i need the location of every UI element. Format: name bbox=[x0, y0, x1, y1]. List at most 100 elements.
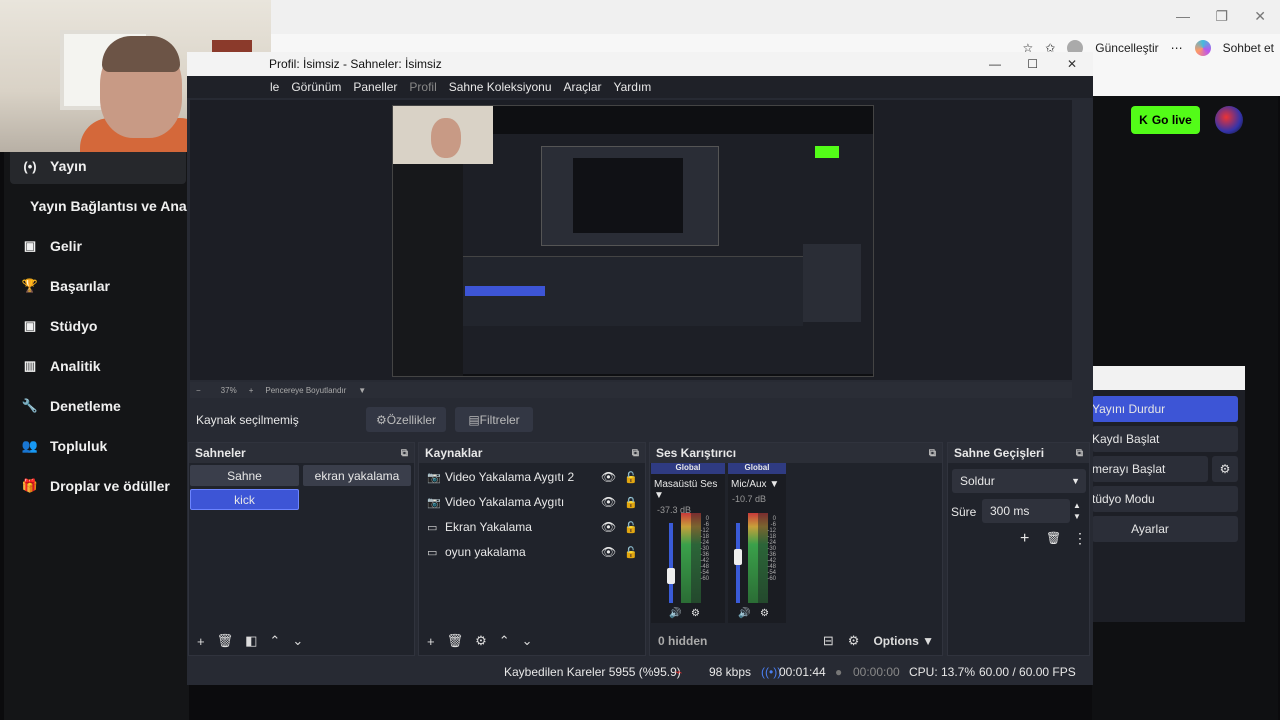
monitor-settings-icon[interactable]: ⚙ bbox=[760, 608, 769, 619]
minimize-icon[interactable]: — bbox=[989, 57, 1001, 71]
eye-icon[interactable]: 👁 bbox=[601, 470, 616, 484]
add-icon[interactable]: + bbox=[1020, 530, 1029, 548]
update-button[interactable]: Güncelleştir bbox=[1095, 41, 1158, 55]
fps: 60.00 / 60.00 FPS bbox=[979, 665, 1076, 679]
nav-item-droplar[interactable]: 🎁 Droplar ve ödüller bbox=[10, 468, 186, 504]
channel-db: -10.7 dB bbox=[732, 494, 767, 504]
maximize-icon[interactable]: ❐ bbox=[1215, 8, 1228, 25]
gear-icon: ⚙ bbox=[375, 412, 387, 427]
gear-icon[interactable]: ⚙ bbox=[1212, 456, 1238, 482]
source-item[interactable]: ▭ Ekran Yakalama 👁 🔓 bbox=[427, 517, 639, 537]
monitor-settings-icon[interactable]: ⚙ bbox=[691, 608, 700, 619]
db-scale: 0 -6 -12 -18 -24 -30 -36 -42 -48 -54 -60 bbox=[700, 516, 709, 582]
nav-item-denetleme[interactable]: 🔧 Denetleme bbox=[10, 388, 186, 424]
layout-icon[interactable]: ⊟ bbox=[823, 633, 834, 649]
source-item[interactable]: 📷 Video Yakalama Aygıtı 👁 🔒 bbox=[427, 492, 639, 512]
nav-item-basarilar[interactable]: 🏆 Başarılar bbox=[10, 268, 186, 304]
close-icon[interactable]: ✕ bbox=[1254, 8, 1266, 25]
copilot-icon[interactable] bbox=[1194, 40, 1211, 56]
speaker-icon[interactable]: 🔊 bbox=[669, 608, 681, 619]
nav-item-stream-connection[interactable]: Yayın Bağlantısı ve Anal bbox=[30, 188, 206, 224]
nav-item-analitik[interactable]: ▥ Analitik bbox=[10, 348, 186, 384]
nav-item-gelir[interactable]: ▣ Gelir bbox=[10, 228, 186, 264]
more-icon[interactable]: ⋯ bbox=[1171, 41, 1183, 55]
add-icon[interactable]: + bbox=[427, 634, 435, 649]
monitor-icon: ▭ bbox=[427, 521, 438, 534]
trash-icon[interactable]: 🗑 bbox=[447, 633, 464, 649]
channel-name[interactable]: Masaüstü Ses ▼ bbox=[651, 474, 725, 501]
transition-select[interactable]: Soldur ▼ bbox=[952, 469, 1086, 493]
float-icon[interactable]: ⧉ bbox=[401, 448, 408, 459]
stop-stream-button[interactable]: Yayını Durdur bbox=[1092, 396, 1238, 422]
start-virtual-camera-button[interactable]: merayı Başlat bbox=[1092, 456, 1208, 482]
avatar[interactable] bbox=[1215, 106, 1243, 134]
channel-name[interactable]: Mic/Aux ▼ bbox=[728, 474, 786, 490]
chevron-down-icon[interactable]: ▼ bbox=[358, 386, 366, 395]
eye-icon[interactable]: 👁 bbox=[601, 495, 616, 509]
lock-icon[interactable]: 🔓 bbox=[624, 546, 638, 559]
menu-help[interactable]: Yardım bbox=[614, 80, 652, 94]
float-icon[interactable]: ⧉ bbox=[632, 448, 639, 459]
eye-icon[interactable]: 👁 bbox=[601, 545, 616, 559]
trash-icon[interactable]: 🗑 bbox=[1046, 531, 1061, 545]
lock-icon[interactable]: 🔒 bbox=[624, 496, 638, 509]
minimize-icon[interactable]: — bbox=[1176, 8, 1190, 24]
filters-button[interactable]: ▤ Filtreler bbox=[455, 407, 533, 432]
source-label: Ekran Yakalama bbox=[445, 520, 532, 534]
menu-scene-collection[interactable]: Sahne Koleksiyonu bbox=[449, 80, 552, 94]
add-icon[interactable]: + bbox=[197, 634, 205, 649]
chat-button[interactable]: Sohbet et bbox=[1223, 41, 1274, 55]
nav-item-yayin[interactable]: (•) Yayın bbox=[10, 148, 186, 184]
menu-tools[interactable]: Araçlar bbox=[564, 80, 602, 94]
stream-preview[interactable] bbox=[392, 105, 874, 377]
fader-knob[interactable] bbox=[734, 548, 742, 565]
scene-item-selected[interactable]: kick bbox=[190, 489, 299, 510]
fader-knob[interactable] bbox=[667, 567, 675, 584]
trash-icon[interactable]: 🗑 bbox=[217, 633, 234, 649]
source-item[interactable]: ▭ oyun yakalama 👁 🔓 bbox=[427, 542, 639, 562]
studio-mode-button[interactable]: tüdyo Modu bbox=[1092, 486, 1238, 512]
move-up-icon[interactable]: ⌃ bbox=[499, 633, 510, 649]
go-live-button[interactable]: K Go live bbox=[1131, 106, 1200, 134]
options-button[interactable]: Options ▼ bbox=[873, 634, 934, 648]
zoom-out-button[interactable]: − bbox=[196, 386, 201, 395]
move-down-icon[interactable]: ⌄ bbox=[522, 633, 533, 649]
properties-button[interactable]: ⚙ Özellikler bbox=[366, 407, 446, 432]
close-icon[interactable]: ✕ bbox=[1067, 57, 1077, 71]
speaker-icon[interactable]: 🔊 bbox=[738, 608, 750, 619]
maximize-icon[interactable]: ☐ bbox=[1027, 57, 1038, 71]
lock-icon[interactable]: 🔓 bbox=[624, 521, 638, 534]
menu-profile[interactable]: Profil bbox=[409, 80, 436, 94]
source-item[interactable]: 📷 Video Yakalama Aygıtı 2 👁 🔓 bbox=[427, 467, 639, 487]
zoom-value: 37% bbox=[220, 385, 237, 395]
lock-icon[interactable]: 🔓 bbox=[624, 471, 638, 484]
scene-item[interactable]: Sahne bbox=[190, 465, 299, 486]
menu-view[interactable]: Görünüm bbox=[291, 80, 341, 94]
move-up-icon[interactable]: ⌃ bbox=[269, 633, 280, 649]
start-recording-button[interactable]: Kaydı Başlat bbox=[1092, 426, 1238, 452]
settings-button[interactable]: Ayarlar bbox=[1092, 516, 1238, 542]
volume-fader[interactable] bbox=[669, 523, 673, 603]
zoom-bar: − 37% + Pencereye Boyutlandır ▼ bbox=[190, 382, 1072, 398]
obs-title-bar: Profil: İsimsiz - Sahneler: İsimsiz — ☐ … bbox=[187, 52, 1093, 76]
gear-icon[interactable]: ⚙ bbox=[475, 633, 487, 649]
float-icon[interactable]: ⧉ bbox=[929, 448, 936, 459]
scene-item[interactable]: ekran yakalama bbox=[303, 465, 411, 486]
analytics-icon: ▥ bbox=[23, 358, 37, 373]
fit-window-button[interactable]: Pencereye Boyutlandır bbox=[265, 386, 346, 395]
nav-item-topluluk[interactable]: 👥 Topluluk bbox=[10, 428, 186, 464]
move-down-icon[interactable]: ⌄ bbox=[292, 633, 303, 649]
stepper-icon[interactable]: ▲ ▼ bbox=[1073, 500, 1081, 522]
duration-input[interactable]: 300 ms bbox=[982, 499, 1070, 523]
zoom-in-button[interactable]: + bbox=[249, 386, 254, 395]
scene-filter-icon[interactable]: ◧ bbox=[245, 633, 257, 649]
camera-icon: 📷 bbox=[427, 496, 441, 509]
mixer-channel-desktop: Global Masaüstü Ses ▼ -37.3 dB 0 -6 -12 -18… bbox=[651, 463, 725, 623]
menu-file[interactable]: le bbox=[270, 80, 279, 94]
menu-docks[interactable]: Paneller bbox=[353, 80, 397, 94]
nav-item-studyo[interactable]: ▣ Stüdyo bbox=[10, 308, 186, 344]
more-vertical-icon[interactable]: ⋮ bbox=[1073, 530, 1087, 547]
float-icon[interactable]: ⧉ bbox=[1076, 448, 1083, 459]
advanced-audio-icon[interactable]: ⚙ bbox=[848, 633, 860, 649]
eye-icon[interactable]: 👁 bbox=[601, 520, 616, 534]
